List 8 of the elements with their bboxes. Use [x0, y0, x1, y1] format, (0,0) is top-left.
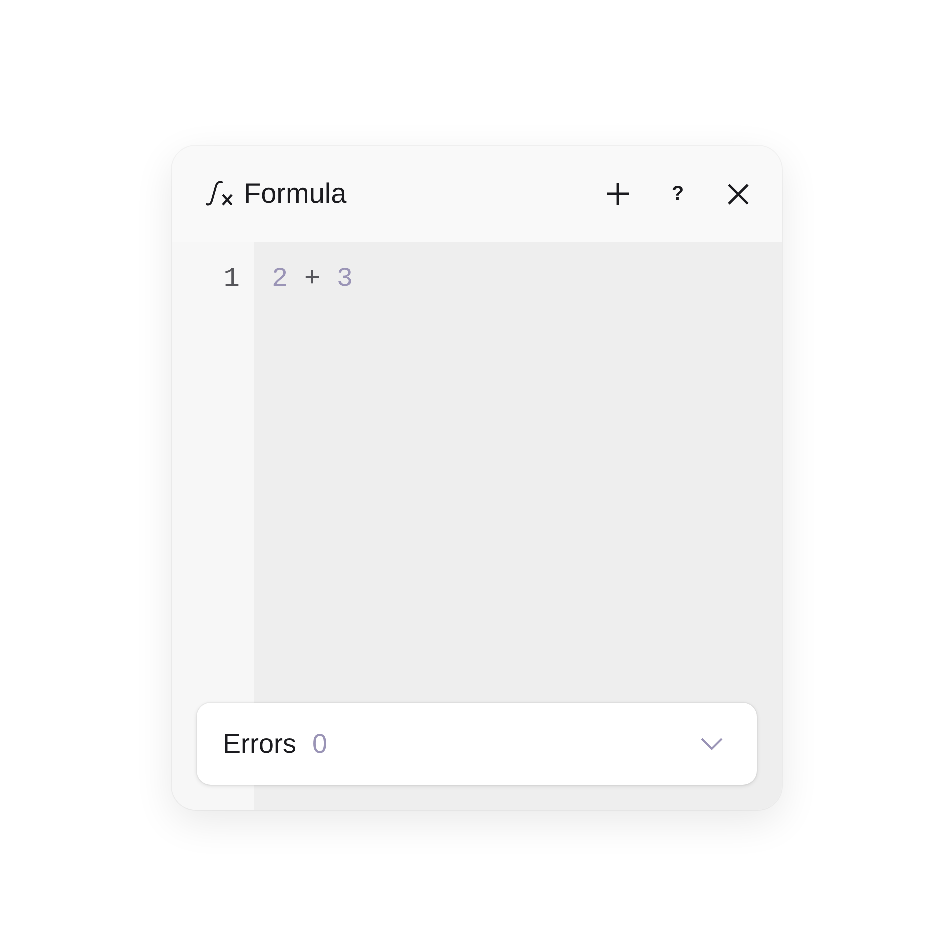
close-icon: [728, 184, 748, 204]
help-button[interactable]: ?: [658, 174, 698, 214]
plus-icon: [606, 182, 630, 206]
function-icon: [206, 181, 234, 207]
code-line: 2 + 3: [272, 264, 354, 297]
errors-count: 0: [312, 728, 328, 760]
line-number: 1: [224, 264, 240, 297]
panel-title: Formula: [244, 178, 347, 210]
